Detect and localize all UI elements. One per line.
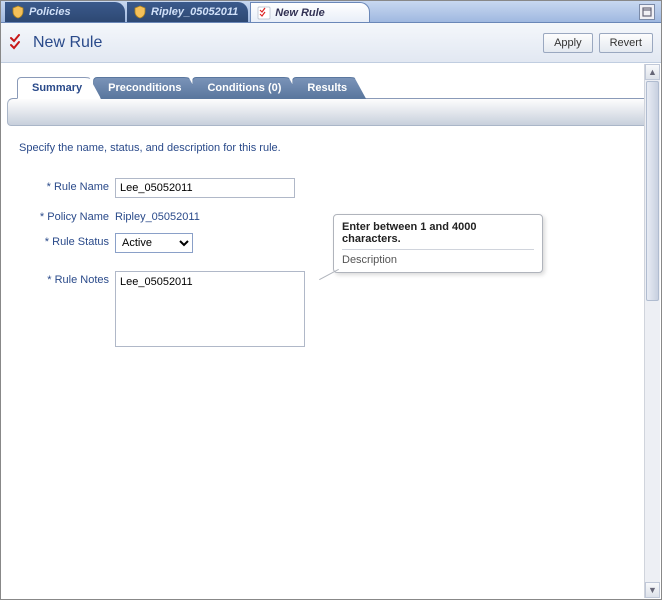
rule-editor-window: Policies Ripley_05052011 New Rule	[0, 0, 662, 600]
vertical-scrollbar[interactable]: ▲ ▼	[644, 64, 660, 598]
label-text: Rule Name	[54, 181, 109, 193]
label-text: Rule Status	[52, 236, 109, 248]
doc-tab-label: Policies	[29, 6, 71, 18]
scroll-down-arrow[interactable]: ▼	[645, 582, 660, 598]
tab-results[interactable]: Results	[292, 77, 366, 99]
instructions-text: Specify the name, status, and descriptio…	[19, 142, 643, 154]
tooltip-tail	[318, 266, 340, 278]
label-text: Rule Notes	[55, 274, 109, 286]
required-marker: *	[47, 274, 54, 286]
label-rule-status: * Rule Status	[19, 233, 115, 248]
scroll-thumb[interactable]	[646, 81, 659, 301]
hint-tooltip: Enter between 1 and 4000 characters. Des…	[333, 214, 543, 273]
divider	[342, 249, 534, 250]
label-text: Policy Name	[47, 211, 109, 223]
tab-label: Results	[307, 82, 347, 94]
maximize-icon[interactable]	[639, 4, 655, 20]
label-rule-notes: * Rule Notes	[19, 271, 115, 286]
doc-tab-label: New Rule	[275, 7, 325, 19]
revert-button[interactable]: Revert	[599, 33, 653, 53]
rule-name-input[interactable]	[115, 178, 295, 198]
section-tab-bar: Summary Preconditions Conditions (0) Res…	[1, 75, 661, 99]
tooltip-body: Description	[342, 254, 534, 266]
label-rule-name: * Rule Name	[19, 178, 115, 193]
doc-tab-policies[interactable]: Policies	[5, 2, 125, 22]
tab-label: Preconditions	[108, 82, 181, 94]
rule-notes-textarea[interactable]	[115, 271, 305, 347]
header-bar: New Rule Apply Revert	[1, 23, 661, 63]
row-policy-name: * Policy Name Ripley_05052011	[19, 208, 643, 223]
summary-panel: Specify the name, status, and descriptio…	[1, 126, 661, 367]
label-policy-name: * Policy Name	[19, 208, 115, 223]
shield-icon	[133, 5, 147, 19]
row-rule-notes: * Rule Notes	[19, 271, 643, 347]
tab-label: Summary	[32, 82, 82, 94]
policy-name-value: Ripley_05052011	[115, 208, 200, 223]
apply-button[interactable]: Apply	[543, 33, 593, 53]
shield-icon	[11, 5, 25, 19]
tab-label: Conditions (0)	[207, 82, 281, 94]
section-band	[7, 98, 655, 126]
tab-preconditions[interactable]: Preconditions	[93, 77, 200, 99]
doc-tab-ripley[interactable]: Ripley_05052011	[127, 2, 248, 22]
required-marker: *	[47, 181, 54, 193]
rule-icon	[257, 6, 271, 20]
doc-tab-new-rule[interactable]: New Rule	[250, 2, 370, 22]
rule-icon	[9, 34, 27, 52]
tab-conditions[interactable]: Conditions (0)	[192, 77, 300, 99]
page-title: New Rule	[33, 34, 102, 52]
doc-tab-label: Ripley_05052011	[151, 6, 238, 18]
scroll-up-arrow[interactable]: ▲	[645, 64, 660, 80]
document-tab-bar: Policies Ripley_05052011 New Rule	[1, 1, 661, 23]
row-rule-name: * Rule Name	[19, 178, 643, 198]
rule-status-select[interactable]: Active	[115, 233, 193, 253]
tab-summary[interactable]: Summary	[17, 77, 101, 99]
row-rule-status: * Rule Status Active	[19, 233, 643, 253]
tooltip-title: Enter between 1 and 4000 characters.	[342, 221, 534, 245]
